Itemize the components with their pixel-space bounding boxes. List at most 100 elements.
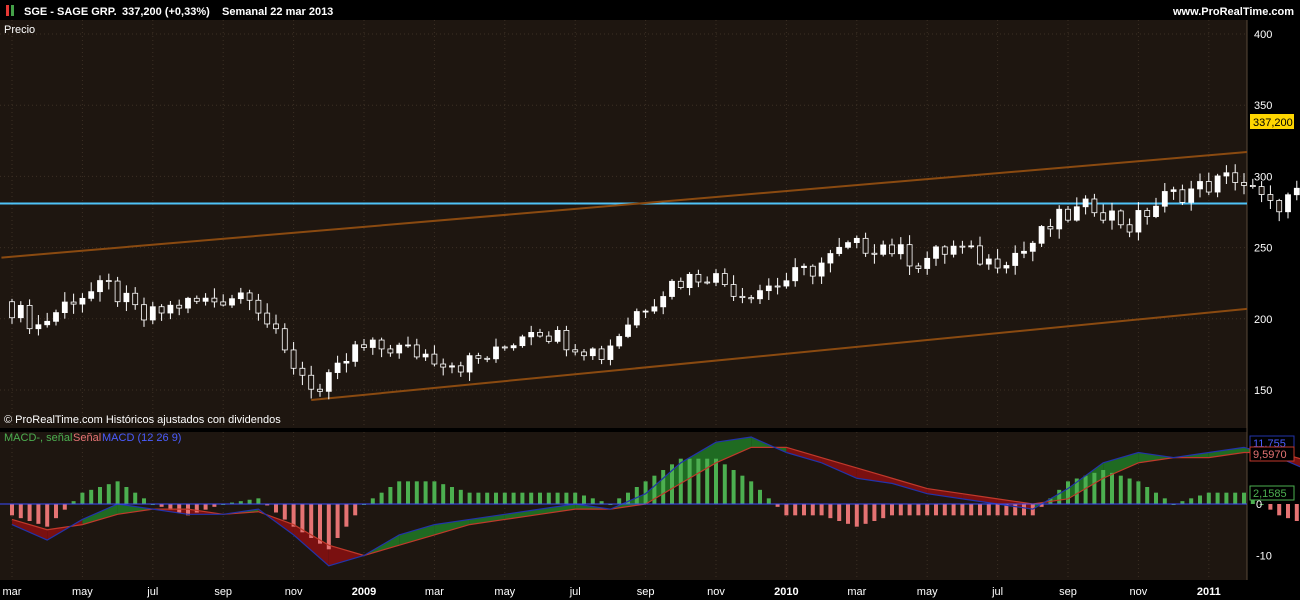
price-candle-body	[334, 362, 341, 373]
x-axis-tick-label: 2009	[352, 586, 376, 598]
macd-axis-tick-label: 0	[1256, 499, 1262, 511]
macd-histogram-bar	[1224, 492, 1229, 504]
macd-histogram-bar	[106, 484, 111, 504]
price-candle-body	[519, 336, 526, 347]
macd-histogram-bar	[590, 498, 595, 504]
price-candle-body	[554, 330, 561, 342]
macd-histogram-bar	[872, 504, 877, 521]
x-axis-tick-label: may	[917, 586, 938, 598]
macd-histogram-bar	[133, 492, 138, 504]
price-candle-body	[871, 252, 878, 255]
price-candle-body	[669, 280, 675, 297]
macd-histogram-bar	[124, 487, 129, 504]
price-candle-body	[616, 336, 623, 347]
macd-histogram-bar	[476, 492, 481, 504]
price-candle-body	[1241, 182, 1247, 186]
price-candle-body	[1197, 181, 1203, 190]
header-site[interactable]: www.ProRealTime.com	[1172, 6, 1294, 18]
price-candle-body	[686, 273, 693, 289]
macd-histogram-bar	[1127, 478, 1132, 504]
macd-histogram-bar	[1215, 492, 1220, 504]
x-axis-tick-label: jul	[569, 586, 581, 598]
price-candle-body	[457, 365, 464, 373]
header-icon-green	[11, 5, 14, 16]
price-candle-body	[378, 339, 385, 350]
macd-histogram-bar	[36, 504, 41, 524]
header-quote: 337,200 (+0,33%)	[122, 6, 210, 18]
chart-svg: 150200250300350400-10010marmayjulsepnov2…	[0, 0, 1300, 600]
macd-histogram-bar	[282, 504, 287, 520]
macd-histogram-bar	[1013, 504, 1018, 516]
macd-histogram-bar	[326, 504, 331, 550]
price-candle-body	[977, 245, 983, 265]
x-axis-tick-label: mar	[3, 586, 22, 598]
price-candle-body	[466, 355, 473, 373]
price-candle-body	[1188, 188, 1195, 203]
price-candle-body	[493, 346, 499, 360]
macd-histogram-bar	[1286, 504, 1290, 519]
price-candle-body	[1205, 181, 1212, 193]
macd-histogram-bar	[458, 489, 463, 504]
price-candle-body	[317, 388, 323, 392]
x-axis-tick-label: jul	[146, 586, 158, 598]
price-candle-body	[1249, 185, 1256, 187]
price-candle-body	[185, 297, 191, 309]
macd-histogram-bar	[995, 504, 1000, 516]
macd-histogram-bar	[749, 481, 754, 504]
price-candle-body	[774, 285, 781, 288]
price-candle-body	[994, 258, 1001, 269]
price-candle-body	[1232, 172, 1239, 183]
macd-label-params: MACD (12 26 9)	[102, 432, 181, 444]
price-candle-body	[765, 285, 772, 292]
price-candle-body	[827, 253, 834, 264]
price-candle-body	[1082, 198, 1089, 208]
price-candle-body	[757, 290, 763, 300]
price-candle-body	[229, 298, 235, 306]
macd-histogram-bar	[388, 487, 393, 504]
macd-histogram-bar	[1066, 481, 1070, 504]
price-candle-body	[308, 374, 315, 390]
macd-histogram-bar	[27, 504, 32, 521]
x-axis-tick-label: nov	[1130, 586, 1148, 598]
price-candle-body	[1135, 210, 1142, 233]
price-candle-body	[88, 291, 95, 299]
macd-histogram-bar	[62, 504, 67, 510]
price-candle-body	[26, 305, 33, 330]
macd-histogram-bar	[582, 495, 586, 504]
price-candle-body	[141, 304, 147, 321]
macd-histogram-bar	[142, 498, 146, 504]
macd-histogram-bar	[1294, 504, 1299, 521]
macd-histogram-bar	[793, 504, 798, 516]
price-candle-body	[484, 357, 491, 360]
price-candle-body	[1126, 224, 1133, 233]
copyright-text: © ProRealTime.com Históricos ajustados c…	[4, 414, 281, 426]
price-candle-body	[625, 324, 631, 337]
macd-histogram-bar	[766, 498, 771, 504]
macd-histogram-bar	[18, 504, 23, 519]
price-candle-body	[941, 246, 948, 255]
last-price-tag: 337,200	[1253, 117, 1293, 129]
macd-histogram-bar	[837, 504, 842, 521]
macd-histogram-bar	[203, 504, 208, 510]
price-candle-body	[202, 297, 209, 302]
macd-histogram-bar	[678, 458, 683, 504]
x-axis-tick-label: sep	[1059, 586, 1077, 598]
price-candle-body	[968, 245, 975, 248]
histogram-tag: 2,1585	[1253, 488, 1287, 500]
macd-histogram-bar	[942, 504, 947, 516]
macd-histogram-bar	[810, 504, 815, 516]
macd-histogram-bar	[397, 481, 402, 504]
macd-histogram-bar	[846, 504, 850, 524]
price-candle-body	[853, 237, 860, 243]
macd-histogram-bar	[890, 504, 894, 516]
price-candle-body	[739, 295, 746, 299]
macd-label-signal: Señal	[73, 432, 101, 444]
macd-histogram-bar	[1189, 498, 1194, 504]
macd-histogram-bar	[467, 492, 472, 504]
price-candle-body	[933, 246, 939, 259]
price-candle-body	[1144, 210, 1151, 217]
x-axis-tick-label: nov	[707, 586, 725, 598]
macd-histogram-bar	[1136, 481, 1141, 504]
price-candle-body	[880, 244, 887, 255]
price-candle-body	[695, 273, 702, 283]
